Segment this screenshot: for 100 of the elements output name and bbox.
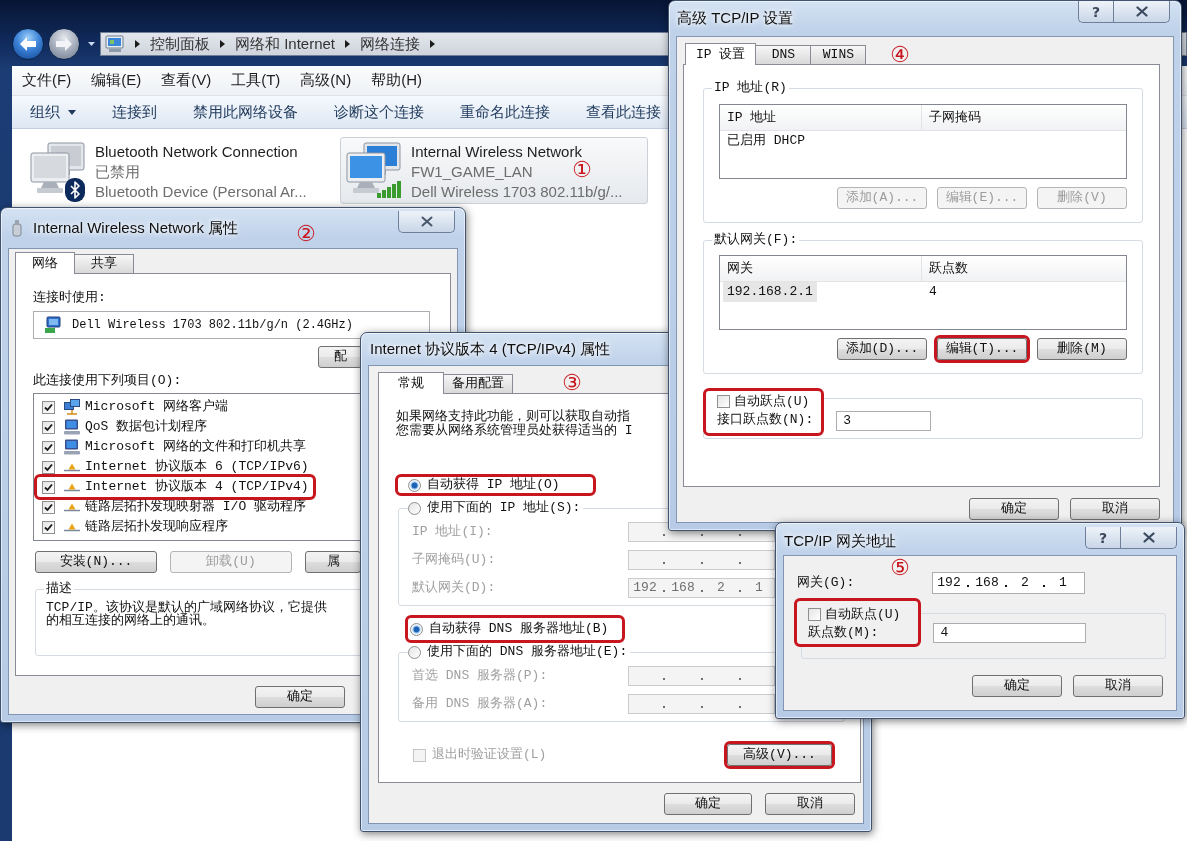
configure-button[interactable]: 配	[318, 346, 362, 368]
breadcrumb-item[interactable]: 网络和 Internet	[235, 34, 336, 54]
computer-icon	[63, 419, 81, 435]
dialog-button[interactable]: 编辑(T)...	[937, 338, 1027, 360]
list-item-label[interactable]: 链路层拓扑发现响应程序	[85, 519, 228, 535]
tab[interactable]: 共享	[74, 254, 134, 273]
checkbox[interactable]	[42, 480, 55, 494]
radio-label[interactable]: 使用下面的 IP 地址(S):	[427, 500, 581, 516]
toolbar-button[interactable]: 重命名此连接	[442, 96, 568, 128]
field-label: 备用 DNS 服务器(A):	[412, 696, 549, 712]
field-label: 此连接使用下列项目(O):	[33, 373, 182, 389]
menu-item[interactable]: 查看(V)	[151, 71, 222, 90]
checkbox[interactable]	[808, 608, 821, 621]
description-text: TCP/IP。该协议是默认的广域网络协议，它提供 的相互连接的网络上的通讯。	[46, 601, 328, 627]
list-item-label[interactable]: Microsoft 网络客户端	[85, 399, 228, 415]
connection-device: Dell Wireless 1703 802.11b/g/...	[411, 182, 623, 202]
close-button[interactable]	[1113, 1, 1170, 23]
usb-stick-icon	[12, 219, 22, 237]
help-button[interactable]: ?	[1078, 1, 1113, 23]
dialog-button[interactable]: 属	[305, 551, 361, 573]
list-item-label[interactable]: 链路层拓扑发现映射器 I/O 驱动程序	[85, 499, 306, 515]
radio-button[interactable]	[408, 645, 421, 659]
group-label: 描述	[45, 581, 73, 597]
back-button[interactable]	[12, 28, 44, 60]
list-item-label[interactable]: QoS 数据包计划程序	[85, 419, 208, 435]
ok-button[interactable]: 确定	[255, 686, 345, 708]
ok-button[interactable]: 确定	[969, 498, 1059, 520]
column-header[interactable]: 跃点数	[922, 256, 1126, 281]
radio-label[interactable]: 自动获得 DNS 服务器地址(B)	[429, 621, 609, 637]
connection-name: Bluetooth Network Connection	[95, 142, 298, 162]
breadcrumb-item[interactable]: 网络连接	[360, 34, 421, 54]
menu-item[interactable]: 工具(T)	[221, 71, 291, 90]
ok-button[interactable]: 确定	[972, 675, 1062, 697]
step-number: ③	[562, 372, 582, 394]
tab[interactable]: 备用配置	[443, 374, 513, 393]
ok-button[interactable]: 确定	[664, 793, 752, 815]
step-number: ①	[572, 159, 592, 181]
chevron-right-icon[interactable]	[220, 40, 225, 48]
tab[interactable]: 常规	[378, 372, 444, 394]
checkbox[interactable]	[42, 420, 55, 434]
toolbar-button[interactable]: 查看此连接	[568, 96, 679, 128]
close-button[interactable]	[398, 211, 455, 233]
help-button[interactable]: ?	[1085, 527, 1120, 549]
toolbar-button[interactable]: 禁用此网络设备	[175, 96, 316, 128]
cancel-button[interactable]: 取消	[1073, 675, 1163, 697]
caret-down-icon[interactable]	[88, 42, 95, 46]
toolbar-button[interactable]: 诊断这个连接	[316, 96, 442, 128]
radio-button[interactable]	[408, 478, 421, 492]
dialog-button[interactable]: 安装(N)...	[35, 551, 157, 573]
close-icon	[1135, 6, 1148, 17]
close-button[interactable]	[1120, 527, 1177, 549]
tab[interactable]: DNS	[755, 45, 812, 64]
checkbox[interactable]	[717, 395, 730, 408]
menu-item[interactable]: 高级(N)	[290, 71, 362, 90]
radio-label[interactable]: 使用下面的 DNS 服务器地址(E):	[427, 644, 628, 660]
advanced-button[interactable]: 高级(V)...	[727, 744, 832, 766]
list-item-label[interactable]: Microsoft 网络的文件和打印机共享	[85, 439, 306, 455]
number-field[interactable]: 3	[836, 411, 932, 431]
computer-icon	[63, 439, 81, 455]
tab[interactable]: 网络	[15, 252, 75, 274]
network-protocol-icon	[63, 522, 81, 532]
column-header[interactable]: IP 地址	[720, 105, 922, 130]
column-header[interactable]: 子网掩码	[922, 105, 1126, 130]
checkbox[interactable]	[42, 400, 55, 414]
chevron-right-icon[interactable]	[135, 40, 140, 48]
arrow-right-icon	[56, 37, 72, 51]
tab[interactable]: IP 设置	[685, 43, 757, 65]
toolbar-button[interactable]: 连接到	[94, 96, 175, 128]
checkbox[interactable]	[42, 520, 55, 534]
checkbox-label[interactable]: 自动跃点(U)	[734, 393, 810, 410]
checkbox[interactable]	[42, 500, 55, 514]
checkbox[interactable]	[42, 440, 55, 454]
connection-item[interactable]: Internal Wireless Network FW1_GAME_LAN Dell Wireless 1703 802.11b/g/... ①	[340, 137, 648, 204]
list-item-label[interactable]: Internet 协议版本 6 (TCP/IPv6)	[85, 459, 309, 475]
menu-item[interactable]: 文件(F)	[12, 71, 82, 90]
field-label: 网关(G):	[797, 575, 856, 591]
tab[interactable]: WINS	[810, 45, 867, 64]
dialog-button[interactable]: 添加(D)...	[837, 338, 927, 360]
menu-item[interactable]: 帮助(H)	[361, 71, 432, 90]
adapter-name: Dell Wireless 1703 802.11b/g/n (2.4GHz)	[72, 317, 353, 333]
dialog-button[interactable]: 删除(M)	[1037, 338, 1127, 360]
forward-button[interactable]	[48, 28, 80, 60]
toolbar-button[interactable]: 组织	[12, 96, 94, 128]
number-field[interactable]: 4	[933, 623, 1087, 643]
breadcrumb-item[interactable]: 控制面板	[150, 34, 210, 54]
radio-label[interactable]: 自动获得 IP 地址(O)	[427, 477, 560, 493]
checkbox[interactable]	[42, 460, 55, 474]
radio-button[interactable]	[410, 622, 423, 636]
ip-address-field[interactable]: 192 168 2 1	[932, 572, 1085, 594]
chevron-right-icon[interactable]	[345, 40, 351, 48]
cancel-button[interactable]: 取消	[765, 793, 855, 815]
column-header[interactable]: 网关	[720, 256, 922, 281]
network-computer-icon	[44, 316, 62, 334]
list-item-label[interactable]: Internet 协议版本 4 (TCP/IPv4)	[85, 479, 309, 495]
checkbox-label[interactable]: 自动跃点(U)	[825, 606, 901, 623]
menu-item[interactable]: 编辑(E)	[81, 71, 152, 90]
radio-button[interactable]	[408, 501, 421, 515]
cancel-button[interactable]: 取消	[1070, 498, 1160, 520]
connection-status: 已禁用	[95, 162, 140, 182]
chevron-right-icon[interactable]	[430, 40, 436, 48]
